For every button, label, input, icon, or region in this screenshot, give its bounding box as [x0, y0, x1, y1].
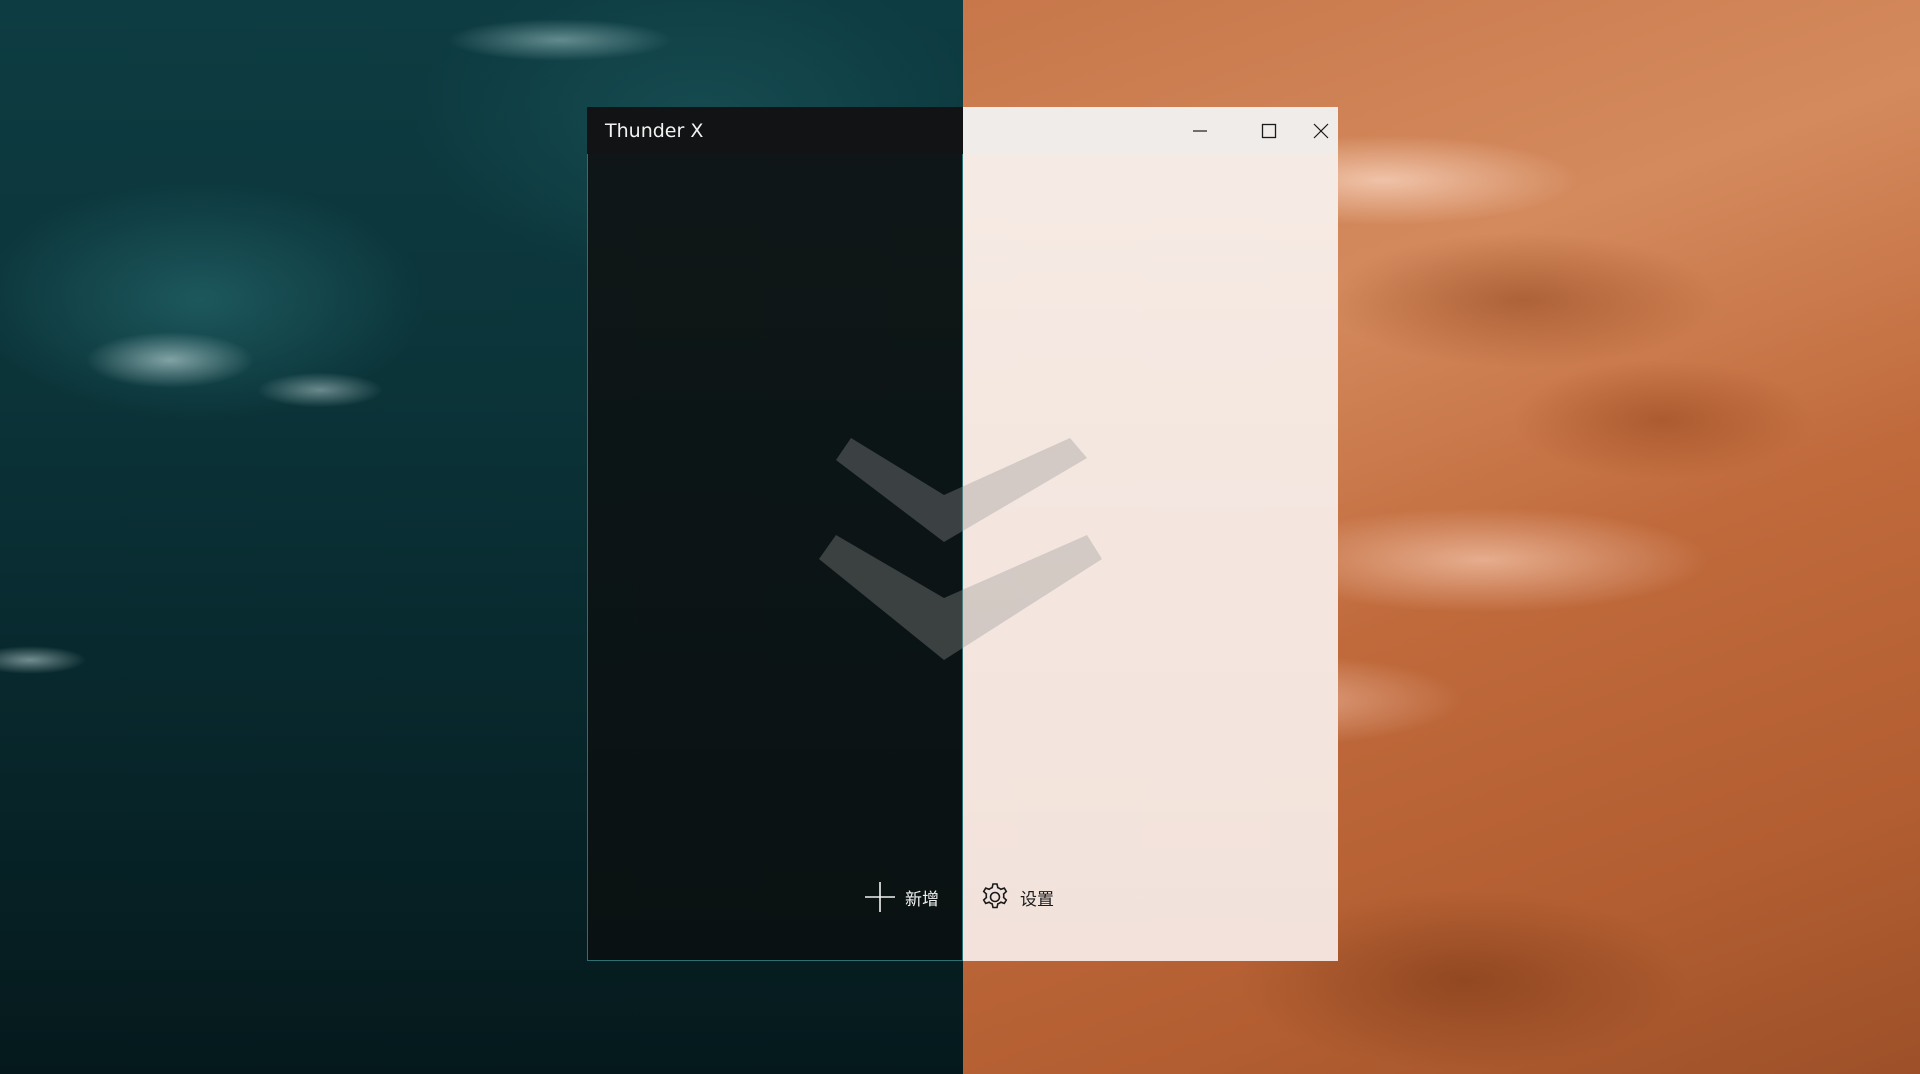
thunder-logo-icon: [819, 438, 1102, 660]
maximize-icon: [1261, 123, 1276, 138]
add-label: 新增: [905, 889, 939, 910]
minimize-button[interactable]: [1165, 107, 1234, 154]
settings-label: 设置: [1020, 889, 1054, 910]
add-button[interactable]: 新增: [865, 875, 939, 919]
minimize-icon: [1192, 129, 1207, 132]
gear-icon: [982, 883, 1008, 909]
maximize-button[interactable]: [1234, 107, 1303, 154]
settings-button[interactable]: 设置: [980, 875, 1054, 919]
plus-icon: [865, 882, 895, 912]
app-window: Thunder X 新增 设置: [587, 107, 1338, 961]
close-icon: [1313, 123, 1328, 138]
close-button[interactable]: [1303, 107, 1338, 154]
window-title: Thunder X: [605, 120, 704, 142]
desktop: Thunder X 新增 设置: [0, 0, 1920, 1074]
